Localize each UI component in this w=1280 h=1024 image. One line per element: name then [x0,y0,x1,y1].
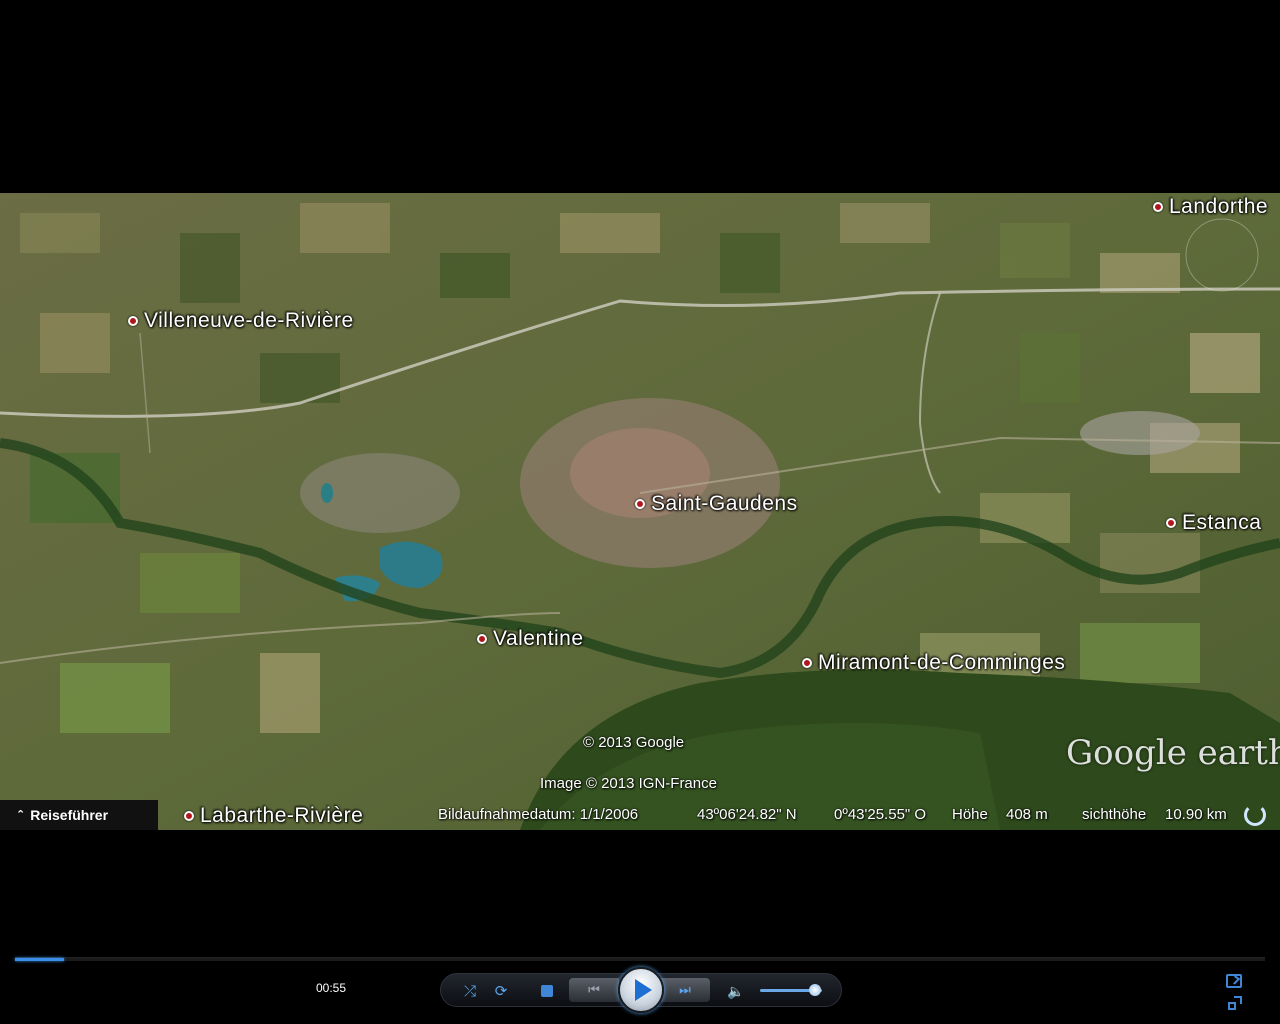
google-earth-logo: Google earth [1066,733,1280,773]
mute-button[interactable]: 🔈 [725,980,747,1002]
place-landorthe[interactable]: Landorthe [1153,195,1268,219]
tour-guide-label: Reiseführer [30,807,109,823]
place-marker-icon [635,499,645,509]
google-earth-status-bar: ⌃ Reiseführer Bildaufnahmedatum: 1/1/200… [0,800,1280,830]
volume-slider-thumb[interactable] [808,984,821,996]
seek-bar[interactable] [15,957,1265,961]
place-villeneuve-de-riviere[interactable]: Villeneuve-de-Rivière [128,309,354,333]
elevation-label: Höhe [952,806,988,823]
shuffle-button[interactable]: ⤮ [459,980,481,1002]
tour-guide-tab[interactable]: ⌃ Reiseführer [0,800,158,830]
previous-button[interactable]: ⏮ [569,978,619,1002]
place-label: Miramont-de-Comminges [818,651,1066,674]
switch-to-library-button[interactable] [1226,974,1242,988]
place-label: Valentine [493,627,584,650]
place-saint-gaudens[interactable]: Saint-Gaudens [635,492,798,516]
place-marker-icon [128,316,138,326]
next-icon: ⏭ [679,982,691,997]
previous-icon: ⏮ [588,982,600,997]
place-marker-icon [1153,202,1163,212]
volume-icon: 🔈 [727,982,745,999]
place-marker-icon [1166,518,1176,528]
repeat-icon: ⟳ [494,983,508,1000]
expand-icon [1234,996,1242,1004]
place-marker-icon [802,658,812,668]
seek-progress [15,958,64,961]
latitude-readout: 43º06'24.82" N [697,806,797,823]
stop-button[interactable] [536,980,558,1002]
streaming-progress-icon [1244,804,1266,826]
place-label: Estanca [1182,511,1262,534]
elevation-value: 408 m [1006,806,1048,823]
video-frame[interactable]: Landorthe Villeneuve-de-Rivière Saint-Ga… [0,193,1280,830]
place-label: Landorthe [1169,195,1269,218]
place-label: Saint-Gaudens [651,492,798,515]
place-valentine[interactable]: Valentine [477,627,584,651]
next-button[interactable]: ⏭ [660,978,710,1002]
place-estancarbon[interactable]: Estanca [1166,511,1261,535]
repeat-button[interactable]: ⟳ [490,980,512,1002]
chevron-up-icon: ⌃ [16,808,26,821]
elapsed-time: 00:55 [316,981,347,995]
eye-altitude-value: 10.90 km [1165,806,1227,823]
play-button[interactable] [618,967,664,1013]
place-marker-icon [477,634,487,644]
eye-altitude-label: sichthöhe [1082,806,1147,823]
fullscreen-toggle-button[interactable] [1228,996,1242,1010]
copyright-ign: Image © 2013 IGN-France [540,775,717,792]
image-date: Bildaufnahmedatum: 1/1/2006 [438,806,639,823]
place-miramont-de-comminges[interactable]: Miramont-de-Comminges [802,651,1065,675]
longitude-readout: 0º43'25.55" O [834,806,927,823]
shuffle-icon: ⤮ [463,982,476,1000]
stop-icon [541,985,553,997]
play-icon [635,979,652,1001]
place-label: Villeneuve-de-Rivière [144,309,354,332]
copyright-google: © 2013 Google [583,734,685,751]
